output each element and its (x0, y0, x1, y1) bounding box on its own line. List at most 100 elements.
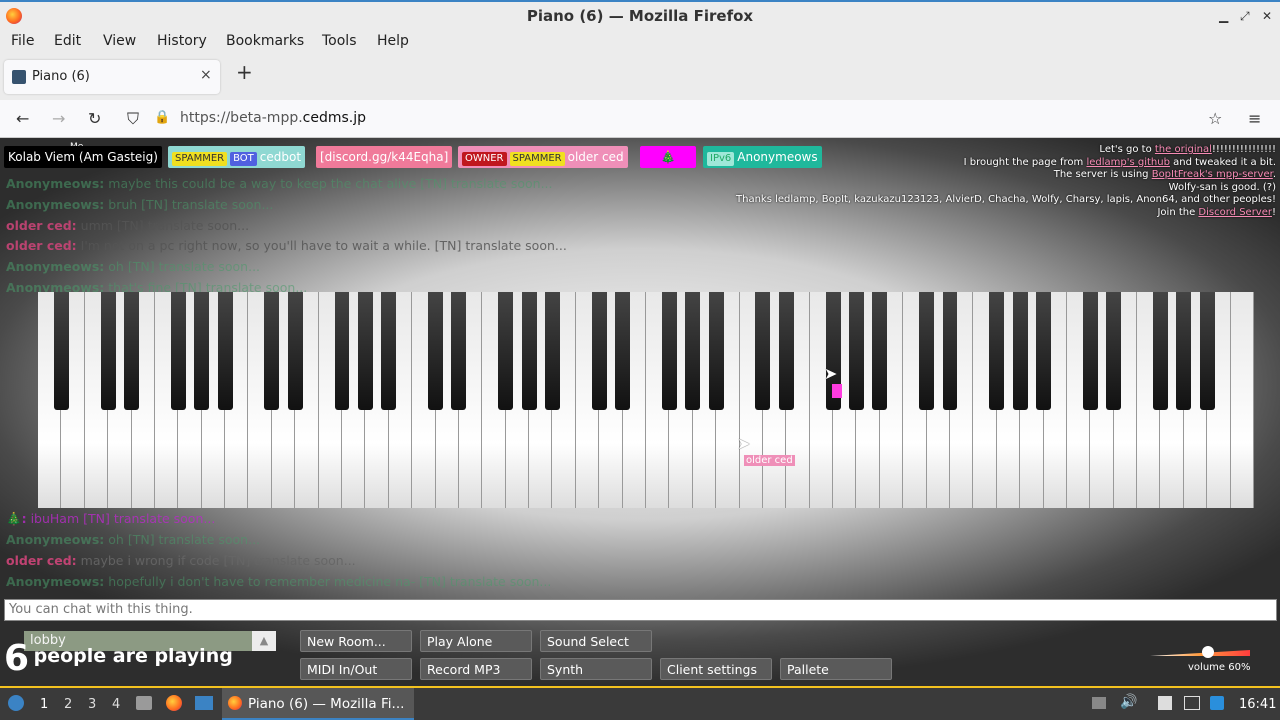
menu-tools[interactable]: Tools (322, 33, 357, 49)
black-key[interactable] (544, 292, 560, 410)
file-manager-icon[interactable] (136, 696, 152, 710)
black-key[interactable] (194, 292, 210, 410)
server-link[interactable]: BopItFreak's mpp-server (1152, 169, 1273, 180)
chat-input[interactable]: You can chat with this thing. (4, 599, 1277, 621)
menu-file[interactable]: File (11, 33, 34, 49)
menu-bookmarks[interactable]: Bookmarks (226, 33, 304, 49)
close-window-icon[interactable]: ✕ (1262, 9, 1272, 23)
chat-message: 🎄: ibuHam [TN] translate soon... (6, 511, 215, 527)
maximize-icon[interactable]: ⤢ (1240, 9, 1250, 24)
user-name: cedbot (259, 150, 302, 164)
cursor-icon: ➤ (824, 364, 838, 383)
reload-icon[interactable]: ↻ (88, 109, 101, 128)
black-key[interactable] (1152, 292, 1168, 410)
black-key[interactable] (708, 292, 724, 410)
discord-link[interactable]: Discord Server (1198, 207, 1272, 218)
black-key[interactable] (1106, 292, 1122, 410)
black-key[interactable] (989, 292, 1005, 410)
piano-keyboard[interactable] (38, 292, 1254, 508)
new-tab-button[interactable]: + (236, 60, 253, 84)
workspace-3[interactable]: 3 (88, 697, 96, 712)
tab-piano[interactable]: Piano (6) × (4, 60, 220, 94)
black-key[interactable] (124, 292, 139, 410)
black-key[interactable] (872, 292, 888, 410)
black-key[interactable] (685, 292, 701, 410)
workspace-1[interactable]: 1 (40, 697, 48, 712)
black-key[interactable] (591, 292, 607, 410)
black-key[interactable] (357, 292, 373, 410)
volume-slider[interactable] (1150, 644, 1250, 660)
url-bar[interactable]: https://beta-mpp.cedms.jp (180, 110, 366, 126)
black-key[interactable] (615, 292, 631, 410)
forward-icon[interactable]: → (52, 109, 65, 128)
app-menu-icon[interactable]: ≡ (1248, 109, 1261, 128)
black-key[interactable] (381, 292, 397, 410)
black-key[interactable] (451, 292, 467, 410)
bookmark-star-icon[interactable]: ☆ (1208, 109, 1222, 128)
lock-icon[interactable]: 🔒 (154, 110, 170, 125)
user-tag[interactable]: SPAMMER BOT cedbot (168, 146, 306, 168)
cursor-icon: ➤ (737, 434, 751, 453)
github-link[interactable]: ledlamp's github (1086, 157, 1169, 168)
black-key[interactable] (217, 292, 233, 410)
synth-button[interactable]: Synth (540, 658, 652, 680)
black-key[interactable] (170, 292, 186, 410)
update-icon[interactable] (1210, 696, 1224, 710)
black-key[interactable] (1036, 292, 1051, 410)
black-key[interactable] (334, 292, 350, 410)
black-key[interactable] (1176, 292, 1192, 410)
firefox-launcher-icon[interactable] (166, 695, 182, 711)
tray-icon[interactable] (1092, 697, 1106, 709)
taskbar-app-firefox[interactable]: Piano (6) — Mozilla Fi... (222, 688, 414, 720)
chat-author: older ced: (6, 238, 77, 253)
menu-help[interactable]: Help (377, 33, 409, 49)
clipboard-icon[interactable] (1158, 696, 1172, 710)
back-icon[interactable]: ← (16, 109, 29, 128)
black-key[interactable] (942, 292, 958, 410)
owner-badge: OWNER (462, 152, 507, 166)
user-tag[interactable]: OWNER SPAMMER older ced (458, 146, 628, 168)
black-key[interactable] (287, 292, 303, 410)
minimize-icon[interactable]: ▁ (1219, 9, 1228, 23)
volume-knob[interactable] (1202, 646, 1214, 658)
room-expand-icon[interactable]: ▲ (252, 631, 276, 651)
menu-history[interactable]: History (157, 33, 207, 49)
black-key[interactable] (1082, 292, 1098, 410)
menu-view[interactable]: View (103, 33, 136, 49)
tab-close-icon[interactable]: × (200, 67, 212, 83)
workspace-4[interactable]: 4 (112, 697, 120, 712)
play-alone-button[interactable]: Play Alone (420, 630, 532, 652)
black-key[interactable] (100, 292, 116, 410)
white-key[interactable] (1230, 292, 1254, 508)
user-tag[interactable]: [discord.gg/k44Eqha] (316, 146, 453, 168)
black-key[interactable] (521, 292, 537, 410)
record-mp3-button[interactable]: Record MP3 (420, 658, 532, 680)
taskbar-app-label: Piano (6) — Mozilla Fi... (248, 696, 405, 712)
desktop-icon[interactable] (195, 696, 213, 710)
black-key[interactable] (848, 292, 864, 410)
black-key[interactable] (428, 292, 443, 410)
volume-icon[interactable]: 🔊 (1120, 694, 1137, 710)
black-key[interactable] (661, 292, 677, 410)
menu-edit[interactable]: Edit (54, 33, 81, 49)
black-key[interactable] (498, 292, 514, 410)
user-tag[interactable]: 🎄 (640, 146, 696, 168)
black-key[interactable] (778, 292, 794, 410)
black-key[interactable] (53, 292, 69, 410)
black-key[interactable] (1012, 292, 1028, 410)
start-menu-icon[interactable] (8, 695, 24, 711)
sound-select-button[interactable]: Sound Select (540, 630, 652, 652)
black-key[interactable] (1199, 292, 1215, 410)
original-link[interactable]: the original (1155, 144, 1212, 155)
tracking-shield-icon[interactable]: ⛉ (127, 109, 139, 129)
workspace-2[interactable]: 2 (64, 697, 72, 712)
user-tag[interactable]: Kolab Viem (Am Gasteig) (4, 146, 162, 168)
black-key[interactable] (919, 292, 935, 410)
pallete-button[interactable]: Pallete (780, 658, 892, 680)
new-room-button[interactable]: New Room... (300, 630, 412, 652)
client-settings-button[interactable]: Client settings (660, 658, 772, 680)
black-key[interactable] (264, 292, 280, 410)
black-key[interactable] (755, 292, 771, 410)
midi-button[interactable]: MIDI In/Out (300, 658, 412, 680)
display-icon[interactable] (1184, 696, 1200, 710)
